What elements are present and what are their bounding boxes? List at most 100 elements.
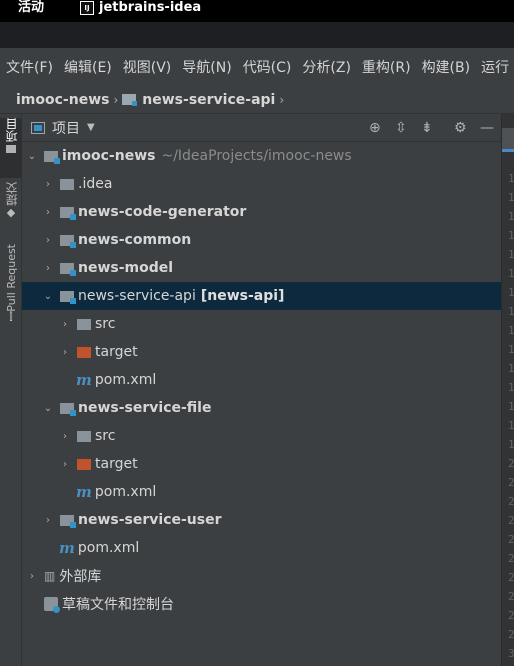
- menu-analyze[interactable]: 分析(Z): [302, 57, 351, 77]
- chevron-right-icon[interactable]: ›: [42, 179, 54, 190]
- tree-row-root-pom[interactable]: m pom.xml: [22, 534, 501, 562]
- tool-tab-commit[interactable]: 提交 ◆: [0, 182, 22, 230]
- activities-button[interactable]: 活动: [18, 0, 44, 15]
- line-number: 1: [508, 438, 514, 451]
- maven-icon: m: [76, 483, 92, 501]
- chevron-right-icon[interactable]: ›: [59, 319, 71, 330]
- tree-row-file-pom[interactable]: m pom.xml: [22, 478, 501, 506]
- module-folder-icon: [44, 150, 60, 164]
- menu-code[interactable]: 代码(C): [243, 57, 292, 77]
- tree-row-file-src[interactable]: › src: [22, 422, 501, 450]
- breadcrumb-separator-icon: ›: [279, 92, 285, 107]
- project-panel: 项目 ▼ ⊕ ⇳ ⇟ ⚙ — ⌄ imooc-news ~/IdeaProjec…: [22, 114, 501, 666]
- tree-row-idea[interactable]: › .idea: [22, 170, 501, 198]
- line-number: 1: [508, 248, 514, 261]
- editor-gutter: 111111111111111222222222233: [501, 114, 514, 666]
- menu-build[interactable]: 构建(B): [422, 57, 471, 77]
- line-number: 2: [508, 514, 514, 527]
- tool-tab-commit-label: 提交: [4, 182, 19, 206]
- line-number: 2: [508, 495, 514, 508]
- module-folder-icon: [60, 290, 76, 304]
- settings-icon[interactable]: ⚙: [454, 120, 467, 136]
- target-icon[interactable]: ⊕: [369, 120, 381, 136]
- tree-row-file-target[interactable]: › target: [22, 450, 501, 478]
- system-top-bar: 活动 IJ jetbrains-idea: [0, 0, 514, 22]
- scratches-icon: [44, 597, 60, 613]
- folder-name: src: [95, 428, 116, 444]
- menu-edit[interactable]: 编辑(E): [64, 57, 112, 77]
- line-number: 2: [508, 590, 514, 603]
- tree-row-external-libraries[interactable]: › ▥ 外部库: [22, 562, 501, 590]
- menu-view[interactable]: 视图(V): [123, 57, 172, 77]
- tree-row-service-user[interactable]: › news-service-user: [22, 506, 501, 534]
- chevron-right-icon[interactable]: ›: [42, 515, 54, 526]
- menu-bar: 文件(F) 编辑(E) 视图(V) 导航(N) 代码(C) 分析(Z) 重构(R…: [0, 48, 514, 86]
- commit-icon: ◆: [6, 206, 16, 219]
- chevron-down-icon[interactable]: ⌄: [42, 291, 54, 302]
- external-libraries-label: 外部库: [59, 569, 102, 585]
- intellij-app-icon: IJ: [80, 0, 94, 15]
- module-name: news-service-api: [78, 288, 196, 304]
- menu-navigate[interactable]: 导航(N): [182, 57, 231, 77]
- root-module-path: ~/IdeaProjects/imooc-news: [161, 148, 352, 164]
- minimize-icon[interactable]: —: [480, 120, 494, 136]
- excluded-folder-icon: [77, 458, 91, 470]
- chevron-right-icon[interactable]: ›: [26, 571, 38, 582]
- chevron-right-icon[interactable]: ›: [42, 235, 54, 246]
- tool-tab-project[interactable]: 项目: [0, 118, 22, 178]
- chevron-down-icon[interactable]: ⌄: [42, 403, 54, 414]
- tree-row-code-generator[interactable]: › news-code-generator: [22, 198, 501, 226]
- app-menu[interactable]: IJ jetbrains-idea: [80, 0, 201, 15]
- folder-icon: [77, 430, 91, 442]
- tree-row-service-api[interactable]: ⌄ news-service-api [news-api]: [22, 282, 501, 310]
- file-name: pom.xml: [94, 484, 157, 500]
- breadcrumb-separator-icon: ›: [113, 92, 119, 107]
- chevron-right-icon[interactable]: ›: [59, 431, 71, 442]
- tree-row-root[interactable]: ⌄ imooc-news ~/IdeaProjects/imooc-news: [22, 142, 501, 170]
- chevron-down-icon[interactable]: ⌄: [26, 151, 38, 162]
- chevron-right-icon[interactable]: ›: [59, 459, 71, 470]
- chevron-right-icon[interactable]: ›: [42, 263, 54, 274]
- breadcrumb-root[interactable]: imooc-news: [16, 92, 109, 108]
- menu-refactor[interactable]: 重构(R): [362, 57, 411, 77]
- tree-row-model[interactable]: › news-model: [22, 254, 501, 282]
- chevron-right-icon[interactable]: ›: [42, 207, 54, 218]
- folder-name: src: [95, 316, 116, 332]
- maven-icon: m: [76, 371, 92, 389]
- scratches-label: 草稿文件和控制台: [62, 597, 174, 613]
- editor-tab[interactable]: [502, 128, 514, 152]
- line-number: 3: [508, 647, 514, 660]
- line-number: 1: [508, 400, 514, 413]
- line-number: 1: [508, 324, 514, 337]
- excluded-folder-icon: [77, 346, 91, 358]
- line-number: 1: [508, 191, 514, 204]
- module-name: news-code-generator: [78, 204, 247, 220]
- line-number: 1: [508, 286, 514, 299]
- module-folder-icon: [60, 514, 76, 528]
- line-number: 2: [508, 552, 514, 565]
- project-panel-title[interactable]: 项目: [52, 118, 80, 138]
- pull-request-icon: ⫿: [9, 311, 13, 323]
- tree-row-api-src[interactable]: › src: [22, 310, 501, 338]
- tree-row-common[interactable]: › news-common: [22, 226, 501, 254]
- library-icon: ▥: [44, 569, 56, 583]
- menu-file[interactable]: 文件(F): [6, 57, 53, 77]
- tree-row-service-file[interactable]: ⌄ news-service-file: [22, 394, 501, 422]
- tree-row-api-pom[interactable]: m pom.xml: [22, 366, 501, 394]
- tree-row-scratches[interactable]: 草稿文件和控制台: [22, 590, 501, 618]
- module-artifact-tag: [news-api]: [200, 288, 285, 304]
- line-number: 2: [508, 571, 514, 584]
- expand-all-icon[interactable]: ⇳: [395, 120, 407, 136]
- tool-tab-pull-request[interactable]: Pull Request ⫿: [0, 244, 22, 334]
- folder-name: .idea: [78, 176, 113, 192]
- chevron-down-icon[interactable]: ▼: [87, 122, 95, 133]
- collapse-all-icon[interactable]: ⇟: [421, 120, 433, 136]
- line-number: 1: [508, 305, 514, 318]
- module-folder-icon: [60, 402, 76, 416]
- line-number: 2: [508, 476, 514, 489]
- chevron-right-icon[interactable]: ›: [59, 347, 71, 358]
- menu-run[interactable]: 运行: [481, 57, 509, 77]
- breadcrumb-current[interactable]: news-service-api: [142, 92, 275, 108]
- folder-icon: [6, 145, 16, 153]
- tree-row-api-target[interactable]: › target: [22, 338, 501, 366]
